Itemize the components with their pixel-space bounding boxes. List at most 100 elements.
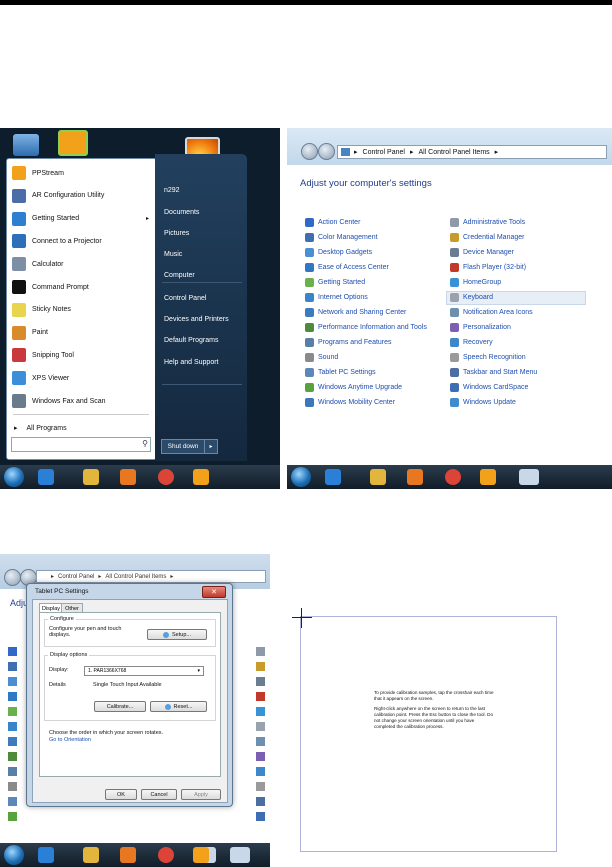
cp-item-keyboard[interactable]: Keyboard — [450, 293, 493, 302]
places-item-control-panel[interactable]: Control Panel — [164, 295, 206, 302]
chrome-icon[interactable] — [158, 847, 174, 863]
cp-item-homegroup[interactable]: HomeGroup — [450, 278, 501, 287]
orientation-link[interactable]: Go to Orientation — [49, 737, 91, 743]
ok-button[interactable]: OK — [105, 789, 137, 800]
setup-button[interactable]: Setup... — [147, 629, 207, 640]
desktop-gadgets-icon — [8, 677, 17, 686]
start-item-calculator[interactable]: Calculator — [9, 253, 153, 275]
places-item-pictures[interactable]: Pictures — [164, 230, 189, 237]
start-item-ar-configuration-utility[interactable]: AR Configuration Utility — [9, 185, 153, 207]
cp-item-recovery[interactable]: Recovery — [450, 338, 493, 347]
explorer-icon[interactable] — [370, 469, 386, 485]
cp-item-windows-anytime-upgrade[interactable]: Windows Anytime Upgrade — [305, 383, 402, 392]
cp-item-windows-cardspace[interactable]: Windows CardSpace — [450, 383, 528, 392]
cp-item-device-manager[interactable]: Device Manager — [450, 248, 514, 257]
start-orb-icon[interactable] — [291, 467, 311, 487]
cp-item-credential-manager[interactable]: Credential Manager — [450, 233, 524, 242]
details-value: Single Touch Input Available — [93, 682, 162, 688]
start-item-paint[interactable]: Paint — [9, 322, 153, 344]
start-orb-icon[interactable] — [4, 845, 24, 865]
cp-item-taskbar-and-start-menu[interactable]: Taskbar and Start Menu — [450, 368, 537, 377]
breadcrumb-control-panel[interactable]: Control Panel — [363, 149, 405, 156]
explorer-icon[interactable] — [83, 847, 99, 863]
breadcrumb-all-items[interactable]: All Control Panel Items — [105, 574, 166, 580]
reset-button[interactable]: Reset... — [150, 701, 207, 712]
media-player-icon[interactable] — [120, 847, 136, 863]
calibration-instructions: To provide calibration samples, tap the … — [374, 690, 494, 701]
breadcrumb-all-items[interactable]: All Control Panel Items — [418, 149, 489, 156]
address-bar[interactable]: ▸ Control Panel ▸ All Control Panel Item… — [36, 570, 266, 583]
ppstream-desktop-icon[interactable] — [58, 130, 88, 156]
start-item-connect-to-a-projector[interactable]: Connect to a Projector — [9, 230, 153, 252]
forward-arrow-icon[interactable] — [318, 143, 335, 160]
start-item-sticky-notes[interactable]: Sticky Notes — [9, 299, 153, 321]
places-item-computer[interactable]: Computer — [164, 272, 195, 279]
chrome-icon[interactable] — [158, 469, 174, 485]
explorer-icon[interactable] — [83, 469, 99, 485]
cp-item-network-and-sharing-center[interactable]: Network and Sharing Center — [305, 308, 406, 317]
cp-item-internet-options[interactable]: Internet Options — [305, 293, 368, 302]
start-search-input[interactable]: ⚲ — [11, 437, 151, 452]
start-item-snipping-tool[interactable]: Snipping Tool — [9, 344, 153, 366]
all-programs-item[interactable]: ▸ All Programs — [9, 417, 153, 439]
dialog-title: Tablet PC Settings — [35, 588, 89, 595]
chrome-icon[interactable] — [445, 469, 461, 485]
tablet-settings-taskbar-icon[interactable] — [230, 847, 250, 863]
calibrate-button[interactable]: Calibrate... — [94, 701, 146, 712]
computer-desktop-icon[interactable] — [13, 134, 39, 156]
places-item-music[interactable]: Music — [164, 251, 182, 258]
apply-button[interactable]: Apply — [181, 789, 221, 800]
start-item-ppstream[interactable]: PPStream — [9, 162, 153, 184]
cp-item-administrative-tools[interactable]: Administrative Tools — [450, 218, 525, 227]
cp-item-getting-started[interactable]: Getting Started — [305, 278, 365, 287]
start-item-xps-viewer[interactable]: XPS Viewer — [9, 367, 153, 389]
ie-icon[interactable] — [38, 469, 54, 485]
close-icon[interactable]: ✕ — [202, 586, 226, 598]
cp-item-personalization[interactable]: Personalization — [450, 323, 511, 332]
ppstream-icon[interactable] — [193, 847, 209, 863]
cancel-button[interactable]: Cancel — [141, 789, 177, 800]
cp-item-notification-area-icons[interactable]: Notification Area Icons — [450, 308, 533, 317]
personalization-icon — [256, 752, 265, 761]
start-item-command-prompt[interactable]: Command Prompt — [9, 276, 153, 298]
shutdown-button[interactable]: Shut down — [161, 439, 205, 454]
cp-item-windows-mobility-center[interactable]: Windows Mobility Center — [305, 398, 395, 407]
media-player-icon[interactable] — [120, 469, 136, 485]
places-item-n292[interactable]: n292 — [164, 187, 180, 194]
device-manager-icon — [450, 248, 459, 257]
cp-item-label: Recovery — [463, 339, 493, 346]
ppstream-icon[interactable] — [193, 469, 209, 485]
cp-item-action-center[interactable]: Action Center — [305, 218, 360, 227]
ie-icon[interactable] — [38, 847, 54, 863]
cp-item-speech-recognition[interactable]: Speech Recognition — [450, 353, 526, 362]
breadcrumb-sep: ▸ — [354, 149, 358, 156]
cp-item-performance-information-and-tools[interactable]: Performance Information and Tools — [305, 323, 427, 332]
back-arrow-icon[interactable] — [4, 569, 21, 586]
start-item-getting-started[interactable]: Getting Started ▸ — [9, 208, 153, 230]
cp-item-desktop-gadgets[interactable]: Desktop Gadgets — [305, 248, 372, 257]
start-item-windows-fax-and-scan[interactable]: Windows Fax and Scan — [9, 390, 153, 412]
ie-icon[interactable] — [325, 469, 341, 485]
cp-item-windows-update[interactable]: Windows Update — [450, 398, 516, 407]
start-item-label: Paint — [32, 329, 48, 337]
cp-item-tablet-pc-settings[interactable]: Tablet PC Settings — [305, 368, 376, 377]
cp-item-sound[interactable]: Sound — [305, 353, 338, 362]
search-icon[interactable]: ⚲ — [142, 439, 148, 448]
places-item-default-programs[interactable]: Default Programs — [164, 337, 218, 344]
cp-item-flash-player-32-bit[interactable]: Flash Player (32-bit) — [450, 263, 526, 272]
ppstream-icon[interactable] — [480, 469, 496, 485]
control-panel-taskbar-icon[interactable] — [519, 469, 539, 485]
start-orb-icon[interactable] — [4, 467, 24, 487]
places-item-help-and-support[interactable]: Help and Support — [164, 359, 218, 366]
places-item-documents[interactable]: Documents — [164, 209, 199, 216]
back-arrow-icon[interactable] — [301, 143, 318, 160]
display-select[interactable]: 1. PAR1366X768 ▾ — [84, 666, 204, 676]
media-player-icon[interactable] — [407, 469, 423, 485]
shutdown-options-arrow-icon[interactable]: ▸ — [204, 439, 218, 454]
cp-item-color-management[interactable]: Color Management — [305, 233, 378, 242]
address-bar[interactable]: ▸ Control Panel ▸ All Control Panel Item… — [337, 145, 607, 159]
places-item-devices-and-printers[interactable]: Devices and Printers — [164, 316, 229, 323]
cp-item-ease-of-access-center[interactable]: Ease of Access Center — [305, 263, 389, 272]
breadcrumb-control-panel[interactable]: Control Panel — [58, 574, 94, 580]
cp-item-programs-and-features[interactable]: Programs and Features — [305, 338, 392, 347]
